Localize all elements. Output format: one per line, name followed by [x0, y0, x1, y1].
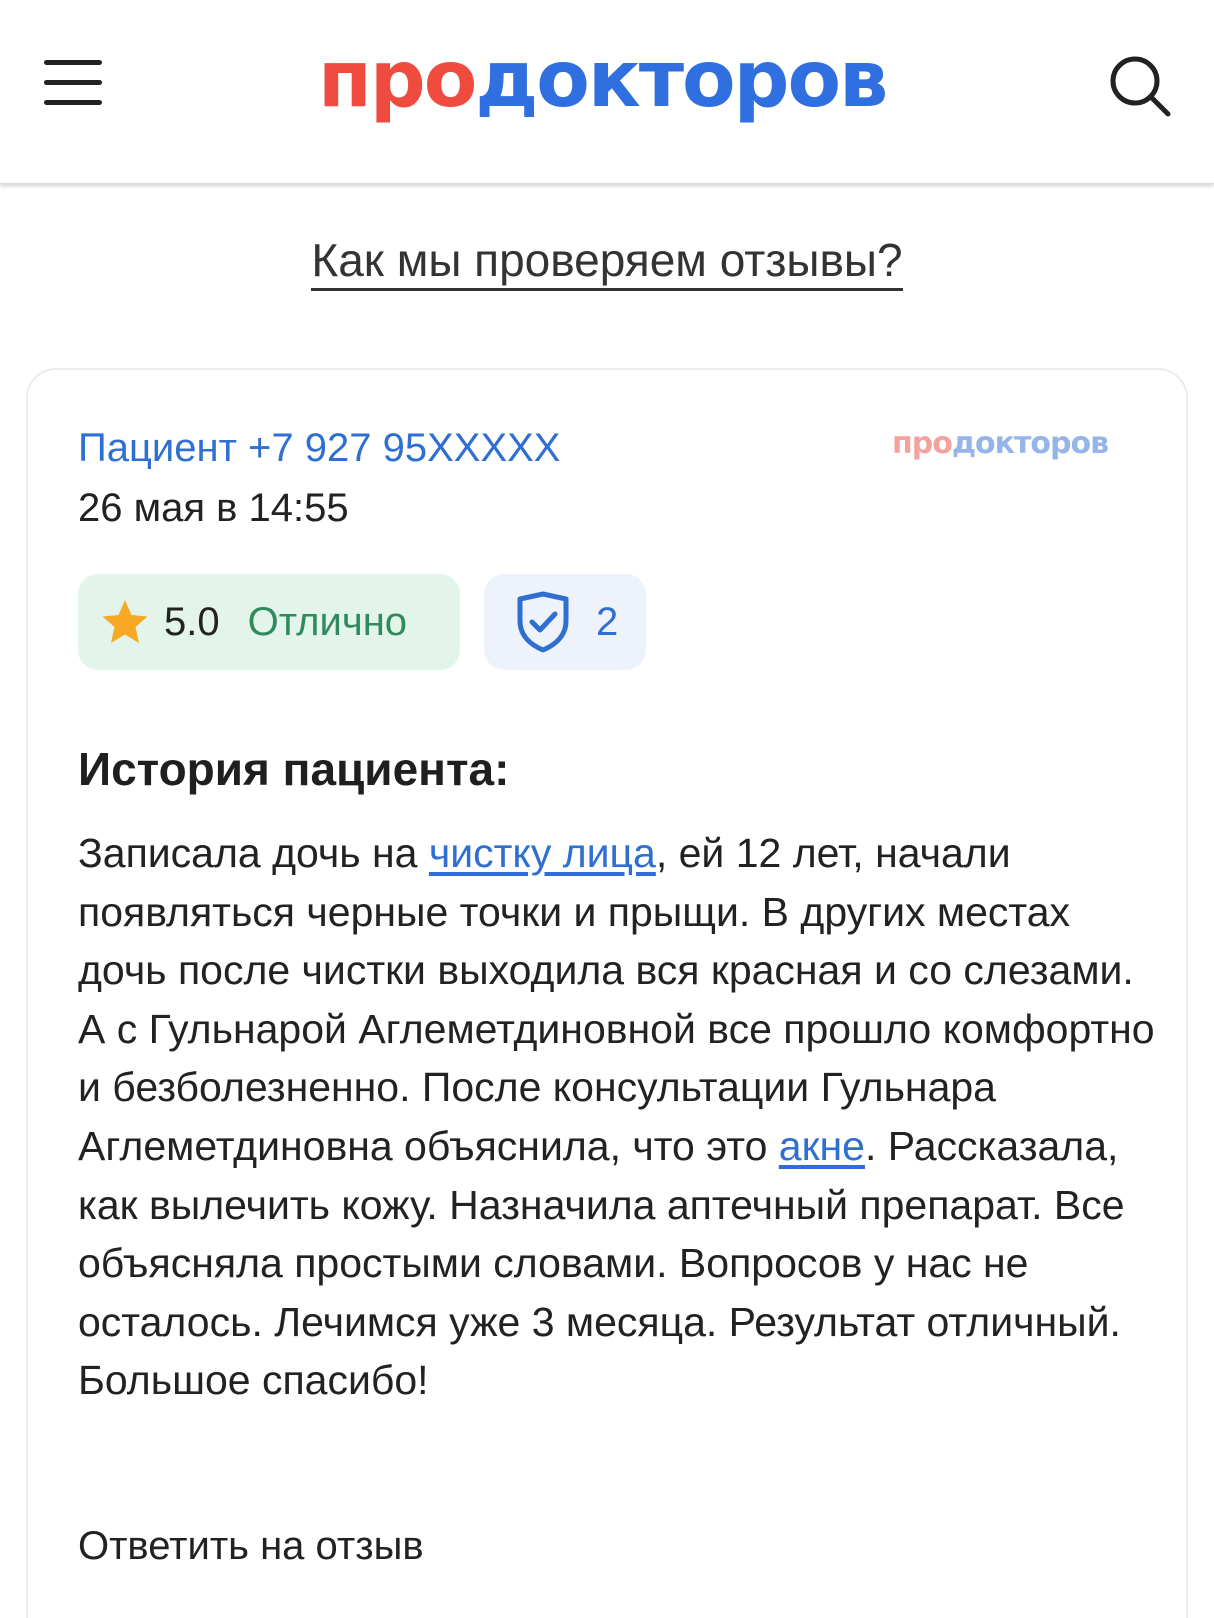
- hamburger-menu-icon[interactable]: [44, 56, 104, 108]
- acne-link[interactable]: акне: [779, 1123, 865, 1169]
- review-text-part: Записала дочь на: [78, 830, 429, 876]
- rating-badge: 5.0 Отлично: [78, 574, 460, 670]
- review-text: Записала дочь на чистку лица, ей 12 лет,…: [78, 824, 1158, 1410]
- watermark-part-doctors: докторов: [951, 426, 1109, 461]
- verify-reviews-section: Как мы проверяем отзывы?: [0, 232, 1214, 291]
- face-cleaning-link[interactable]: чистку лица: [429, 830, 656, 876]
- rating-score: 5.0: [164, 599, 220, 644]
- top-bar: продокторов: [0, 0, 1214, 184]
- menu-line: [44, 80, 102, 85]
- reply-to-review-button[interactable]: Ответить на отзыв: [78, 1522, 424, 1570]
- review-date: 26 мая в 14:55: [78, 486, 349, 530]
- rating-label: Отлично: [247, 599, 408, 644]
- star-icon: [102, 600, 148, 643]
- review-author[interactable]: Пациент +7 927 95XXXXX: [78, 424, 560, 472]
- logo-part-pro: про: [318, 35, 477, 125]
- verify-reviews-link[interactable]: Как мы проверяем отзывы?: [311, 234, 903, 291]
- search-icon[interactable]: [1106, 52, 1176, 122]
- logo-part-doctors: докторов: [475, 35, 888, 125]
- menu-line: [44, 100, 102, 105]
- verified-count: 2: [596, 599, 619, 644]
- shield-check-icon: [517, 591, 569, 653]
- site-logo[interactable]: продокторов: [318, 40, 888, 120]
- menu-line: [44, 60, 102, 65]
- brand-watermark: продокторов: [892, 426, 1109, 462]
- verified-badge[interactable]: 2: [484, 574, 646, 670]
- review-text-part: , ей 12 лет, начали появляться черные то…: [78, 830, 1155, 1169]
- watermark-part-pro: про: [892, 426, 953, 461]
- story-title: История пациента:: [78, 743, 510, 795]
